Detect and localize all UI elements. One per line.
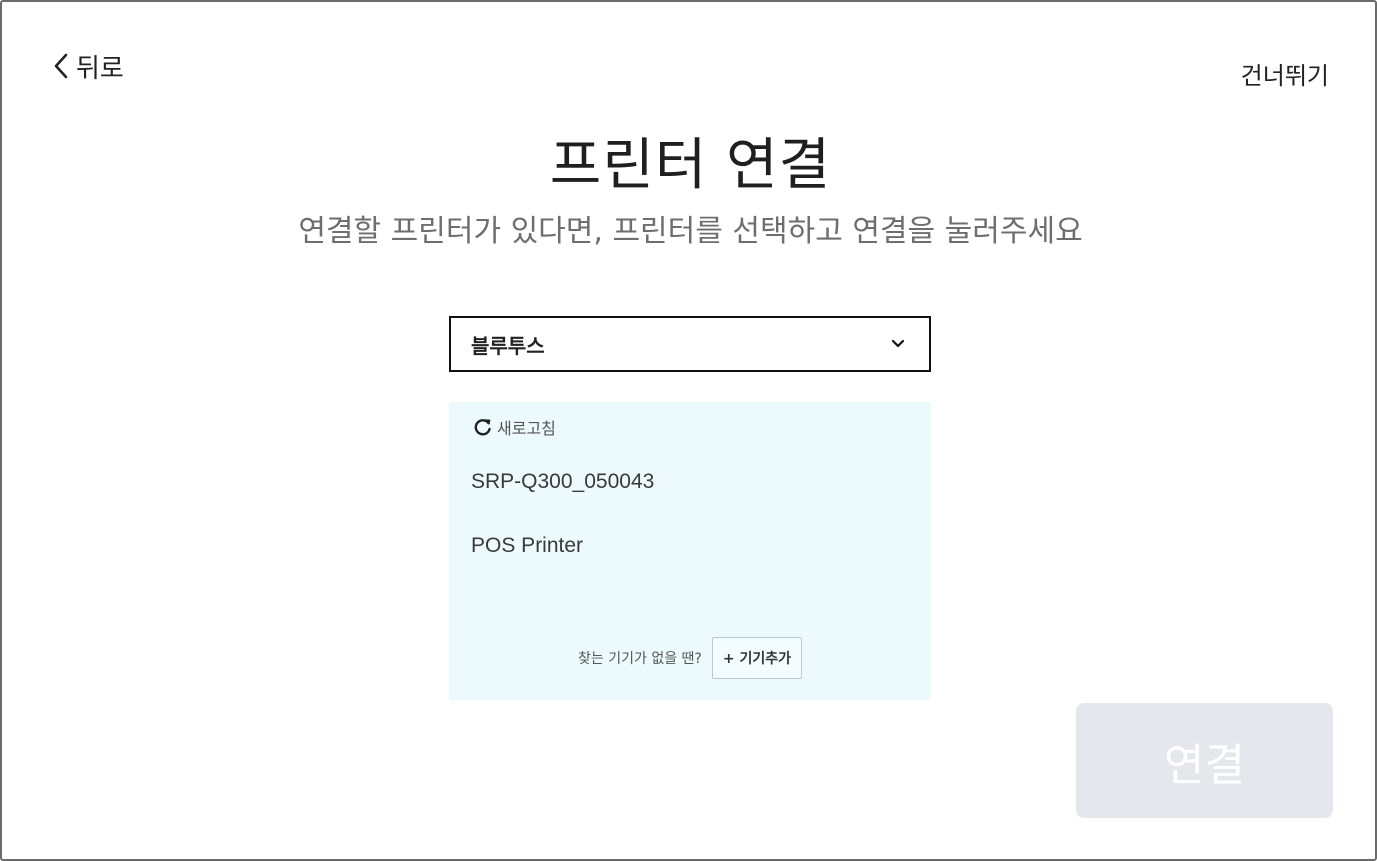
device-list-panel: 새로고침 SRP-Q300_050043 POS Printer 찾는 기기가 …: [449, 402, 931, 700]
page-title: 프린터 연결: [549, 133, 832, 198]
refresh-label: 새로고침: [497, 419, 556, 438]
chevron-left-icon: [54, 53, 68, 79]
skip-button[interactable]: 건너뛰기: [1241, 56, 1329, 91]
back-label: 뒤로: [76, 53, 124, 84]
connect-button[interactable]: 연결: [1076, 703, 1333, 818]
add-device-help: 찾는 기기가 없을 땐? + 기기추가: [449, 637, 931, 679]
connection-type-value: 블루투스: [471, 333, 545, 358]
refresh-button[interactable]: 새로고침: [473, 415, 556, 439]
back-button[interactable]: 뒤로: [52, 48, 124, 84]
connection-type-select[interactable]: 블루투스: [449, 316, 931, 372]
refresh-icon: [474, 419, 491, 436]
app-window: 뒤로 건너뛰기 프린터 연결 연결할 프린터가 있다면, 프린터를 선택하고 연…: [0, 0, 1377, 861]
page-subtitle: 연결할 프린터가 있다면, 프린터를 선택하고 연결을 눌러주세요: [298, 214, 1083, 249]
device-item[interactable]: POS Printer: [471, 534, 583, 558]
help-text: 찾는 기기가 없을 땐?: [578, 651, 702, 667]
chevron-down-icon: [891, 339, 905, 348]
add-device-button[interactable]: + 기기추가: [711, 637, 802, 679]
device-item[interactable]: SRP-Q300_050043: [471, 470, 654, 494]
